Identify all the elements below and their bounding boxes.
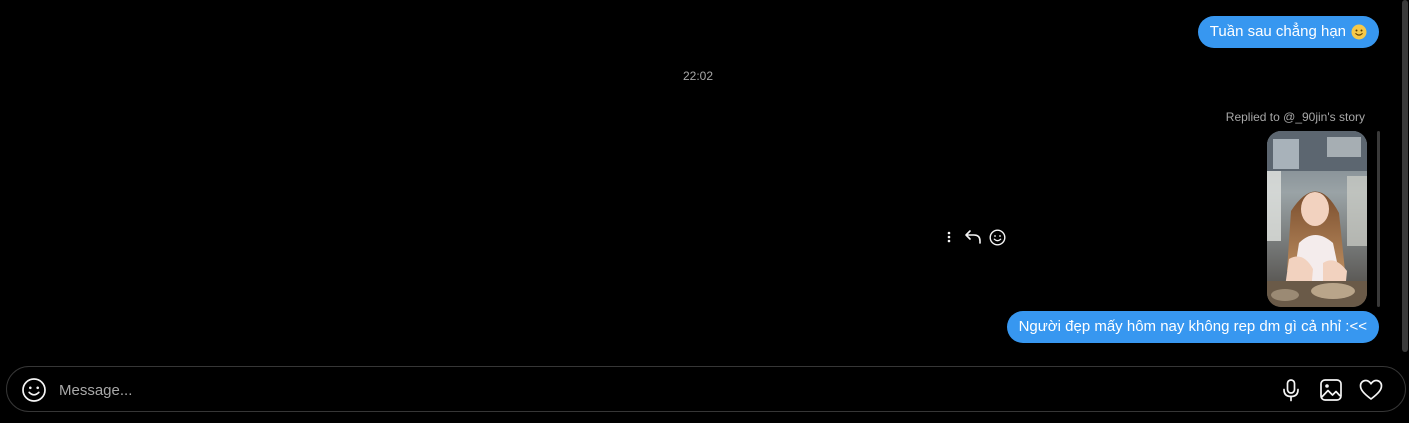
scrollbar[interactable]: [1400, 0, 1409, 355]
message-timestamp: 22:02: [682, 69, 714, 83]
react-icon: [988, 228, 1006, 246]
more-options-button[interactable]: [940, 226, 958, 248]
message-input[interactable]: [57, 376, 1211, 404]
scrollbar-thumb[interactable]: [1402, 0, 1408, 352]
slightly-smiling-face-emoji: [1351, 24, 1367, 40]
message-actions: [940, 226, 1006, 248]
story-photo: [1267, 131, 1367, 307]
microphone-icon[interactable]: [1278, 377, 1304, 403]
story-thumbnail[interactable]: [1267, 131, 1367, 307]
heart-icon[interactable]: [1358, 377, 1384, 403]
image-icon[interactable]: [1318, 377, 1344, 403]
message-bubble[interactable]: Người đẹp mấy hôm nay không rep dm gì cả…: [1006, 311, 1379, 343]
reply-icon: [965, 230, 981, 244]
story-reply-indicator-bar: [1377, 131, 1380, 307]
more-icon: [947, 231, 951, 243]
message-text: Người đẹp mấy hôm nay không rep dm gì cả…: [1018, 318, 1367, 335]
story-reply-label: Replied to @_90jin's story: [1225, 110, 1365, 124]
message-composer: [6, 366, 1406, 412]
message-thread: Tuần sau chẳng hạn 22:02 Replied to @_90…: [0, 0, 1400, 355]
message-bubble[interactable]: Tuần sau chẳng hạn: [1197, 16, 1379, 48]
react-button[interactable]: [988, 226, 1006, 248]
reply-button[interactable]: [964, 226, 982, 248]
message-text: Tuần sau chẳng hạn: [1209, 23, 1346, 40]
emoji-icon[interactable]: [21, 377, 47, 403]
